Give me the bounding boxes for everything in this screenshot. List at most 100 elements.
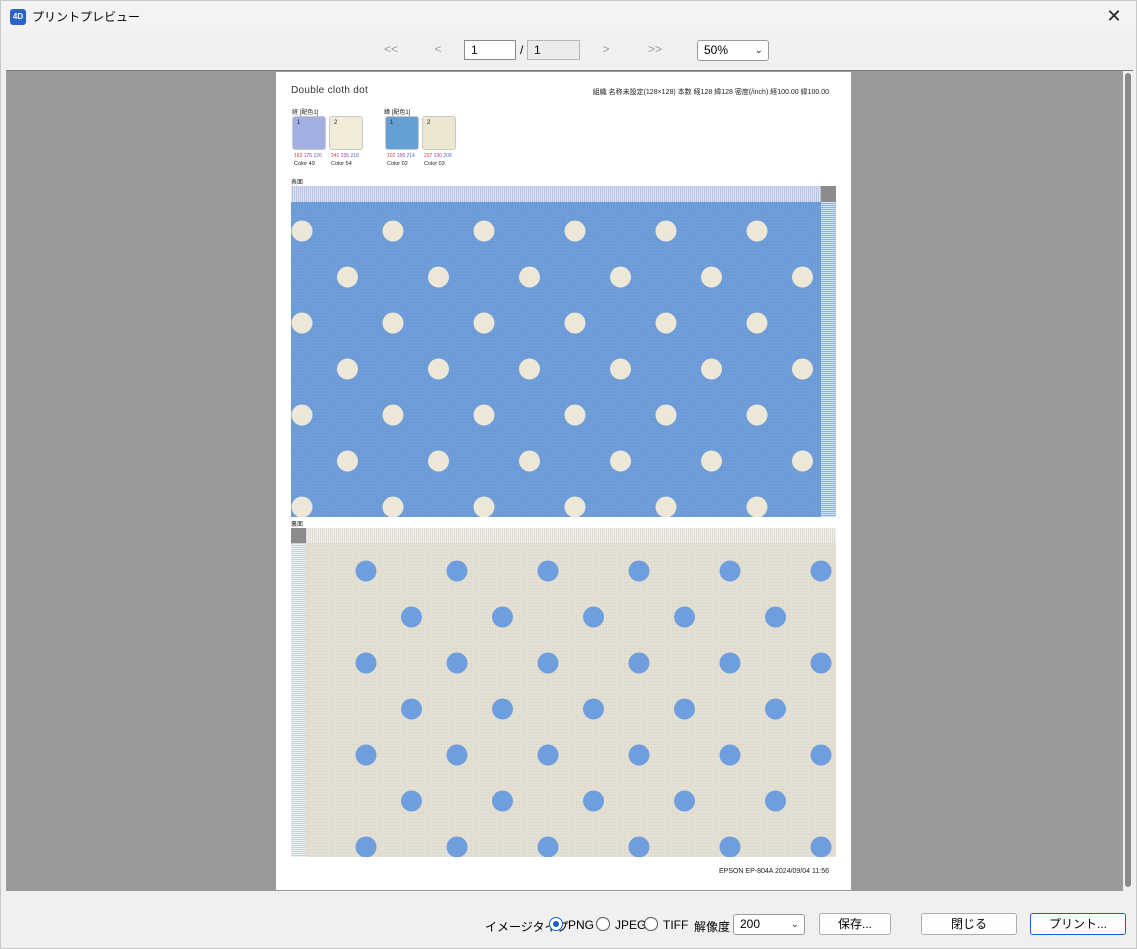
polka-dot [291, 496, 313, 517]
polka-dot [719, 652, 741, 674]
first-page-button[interactable]: << [381, 42, 401, 60]
fabric-front-image [291, 186, 836, 517]
polka-dot [473, 496, 495, 517]
swatch-color-name: Color 02 [387, 161, 408, 167]
polka-dot [492, 606, 513, 628]
warp-color-label: 経 [配色1] [292, 110, 319, 116]
swatch-color-name: Color 03 [424, 161, 445, 167]
bottom-toolbar: イメージタイプ PNG JPEG TIFF 解像度 200 ⌄ 保存... 閉じ… [1, 906, 1136, 946]
page-number-input[interactable]: 1 [464, 40, 516, 60]
print-button[interactable]: プリント... [1030, 913, 1126, 935]
polka-dot [291, 312, 313, 334]
polka-dot [446, 652, 468, 674]
next-page-button[interactable]: > [599, 42, 613, 60]
resolution-value: 200 [740, 917, 761, 931]
polka-dot [355, 744, 377, 766]
polka-dot [701, 358, 722, 380]
polka-dot [337, 358, 358, 380]
polka-dot [810, 560, 832, 582]
close-button[interactable]: 閉じる [921, 913, 1017, 935]
warp-swatch-1: 1 [292, 116, 326, 150]
swatch-color-name: Color 54 [331, 161, 352, 167]
page-total-field: 1 [527, 40, 580, 60]
polka-dot [746, 220, 768, 242]
swatch-rgb: 102 158 214 [387, 153, 415, 159]
polka-dot [792, 266, 813, 288]
polka-dot [564, 312, 586, 334]
polka-dot [473, 312, 495, 334]
front-face-label: 表面 [291, 180, 304, 186]
polka-dot [628, 744, 650, 766]
polka-dot [446, 560, 468, 582]
polka-dot [537, 744, 559, 766]
polka-dot [583, 606, 604, 628]
polka-dot [610, 358, 631, 380]
polka-dot [719, 744, 741, 766]
swatch-number: 1 [390, 120, 394, 126]
polka-dot [810, 836, 832, 857]
polka-dot [473, 220, 495, 242]
polka-dot [765, 606, 786, 628]
png-label[interactable]: PNG [568, 918, 594, 932]
swatch-number: 2 [334, 120, 338, 126]
swatch-rgb: 241 235 218 [331, 153, 359, 159]
polka-dot [655, 312, 677, 334]
page-separator: / [520, 43, 524, 57]
polka-dot [537, 560, 559, 582]
polka-dot [810, 744, 832, 766]
polka-dot [355, 652, 377, 674]
title-bar: 4D プリントプレビュー ✕ [1, 1, 1136, 31]
radio-png[interactable] [549, 917, 563, 931]
polka-dot [792, 358, 813, 380]
polka-dot [337, 266, 358, 288]
zoom-select[interactable]: 50% ⌄ [697, 40, 769, 61]
polka-dot [746, 496, 768, 517]
radio-jpeg[interactable] [596, 917, 610, 931]
polka-dot [473, 404, 495, 426]
polka-dot [765, 790, 786, 812]
polka-dot [655, 496, 677, 517]
polka-dot [583, 698, 604, 720]
polka-dot [428, 266, 449, 288]
polka-dot [610, 450, 631, 472]
weft-swatch-1: 1 [385, 116, 419, 150]
fabric-back-image [291, 528, 836, 857]
page-title: Double cloth dot [291, 85, 369, 96]
preview-area[interactable]: Double cloth dot 組織 名称未設定(128×128) 本数 経1… [6, 70, 1133, 891]
polka-dot [655, 220, 677, 242]
prev-page-button[interactable]: < [431, 42, 445, 60]
radio-tiff[interactable] [644, 917, 658, 931]
swatch-number: 1 [297, 120, 301, 126]
polka-dot [492, 790, 513, 812]
polka-dot [355, 560, 377, 582]
tiff-label[interactable]: TIFF [663, 918, 688, 932]
polka-dot [564, 404, 586, 426]
polka-dot [382, 312, 404, 334]
close-icon[interactable]: ✕ [1092, 1, 1136, 31]
page-navigation: << < 1 / 1 > >> 50% ⌄ [1, 34, 1136, 68]
polka-dot [446, 836, 468, 857]
save-button[interactable]: 保存... [819, 913, 891, 935]
resolution-select[interactable]: 200 ⌄ [733, 914, 805, 935]
polka-dot [792, 450, 813, 472]
polka-dot [628, 652, 650, 674]
weave-info: 組織 名称未設定(128×128) 本数 経128 緯128 密度(/inch)… [592, 89, 829, 96]
polka-dot [701, 266, 722, 288]
scrollbar-thumb[interactable] [1125, 73, 1131, 887]
preview-page: Double cloth dot 組織 名称未設定(128×128) 本数 経1… [276, 72, 851, 890]
polka-dot [519, 450, 540, 472]
weft-color-label: 緯 [配色1] [384, 110, 411, 116]
zoom-value: 50% [704, 43, 729, 57]
jpeg-label[interactable]: JPEG [615, 918, 646, 932]
polka-dot [401, 790, 422, 812]
polka-dot [628, 560, 650, 582]
polka-dot [746, 312, 768, 334]
last-page-button[interactable]: >> [645, 42, 665, 60]
chevron-down-icon: ⌄ [790, 919, 799, 930]
polka-dot [401, 606, 422, 628]
polka-dot [492, 698, 513, 720]
app-4d-icon: 4D [10, 9, 26, 25]
polka-dot [519, 266, 540, 288]
swatch-color-name: Color 49 [294, 161, 315, 167]
vertical-scrollbar[interactable] [1123, 71, 1133, 891]
